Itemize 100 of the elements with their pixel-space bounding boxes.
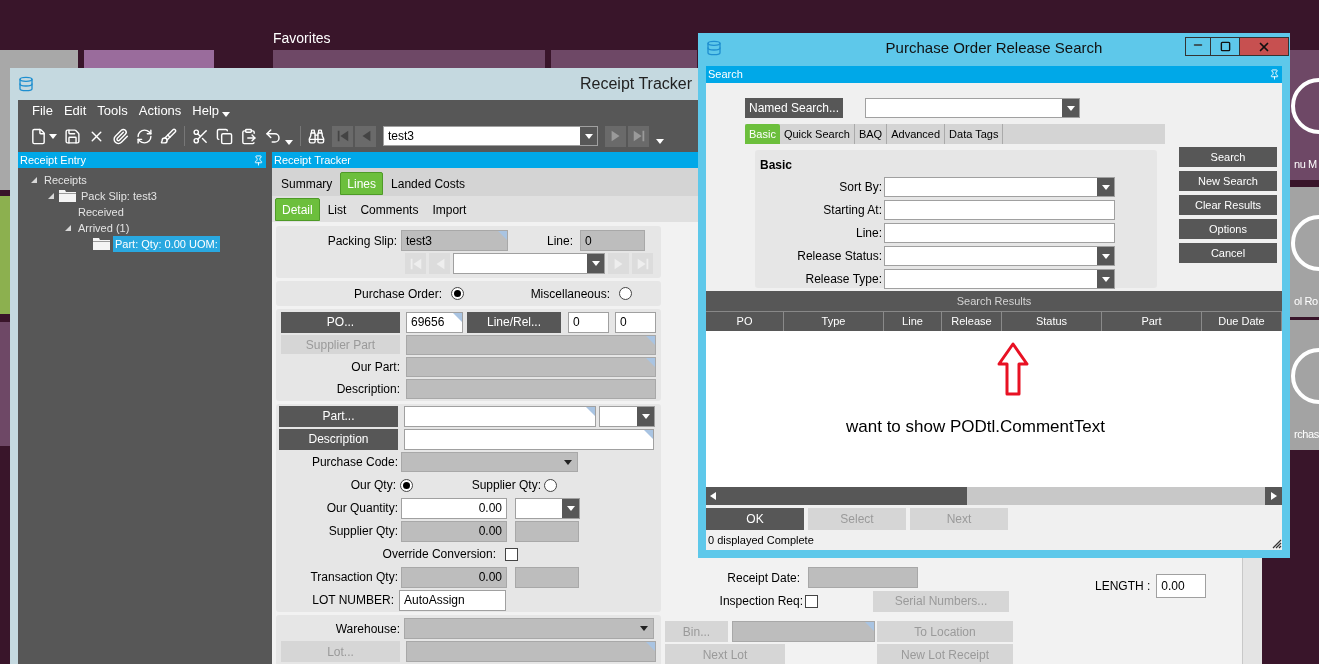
input-field[interactable]: 0	[568, 311, 609, 333]
menu-item[interactable]: File	[32, 101, 53, 121]
app-tile[interactable]	[0, 68, 10, 190]
menu-item[interactable]: Actions	[138, 101, 182, 121]
resize-grip-icon[interactable]	[1272, 539, 1282, 549]
expander-icon[interactable]	[47, 192, 55, 200]
dropdown-field[interactable]	[453, 253, 605, 274]
menu-item[interactable]: Edit	[63, 101, 87, 121]
input-field[interactable]	[884, 223, 1115, 243]
scroll-right-icon[interactable]	[1270, 492, 1277, 500]
input-field[interactable]: 0.00	[401, 497, 507, 519]
minimize-button[interactable]	[1185, 37, 1211, 56]
radio-button[interactable]	[544, 478, 557, 492]
input-field[interactable]: test3	[401, 230, 508, 251]
column-header[interactable]: Release	[942, 312, 1002, 331]
app-tile[interactable]	[84, 50, 214, 68]
tree-item[interactable]: Receipts	[42, 171, 89, 189]
cut-button[interactable]	[192, 127, 209, 145]
po-button[interactable]: PO...	[281, 311, 400, 333]
dropdown-field[interactable]	[404, 618, 654, 639]
last-record-button[interactable]	[628, 125, 649, 147]
refresh-button[interactable]	[136, 127, 153, 145]
input-field[interactable]: 0.00	[1156, 574, 1207, 598]
input-field[interactable]	[404, 428, 654, 450]
save-button[interactable]	[64, 127, 81, 145]
tab[interactable]: Summary	[275, 172, 339, 195]
paste-button[interactable]	[240, 127, 257, 145]
line-release-button[interactable]: Line/Rel...	[467, 311, 561, 333]
tab[interactable]: Advanced	[887, 124, 946, 144]
app-tile[interactable]	[0, 50, 78, 68]
input-field[interactable]	[808, 567, 918, 588]
copy-button[interactable]	[216, 127, 233, 145]
description-button[interactable]: Description	[279, 428, 398, 450]
tab[interactable]: Quick Search	[779, 124, 855, 144]
radio-button[interactable]	[451, 287, 464, 300]
named-search-button[interactable]: Named Search...	[745, 98, 843, 118]
app-tile[interactable]	[551, 50, 697, 68]
input-field[interactable]	[406, 378, 656, 399]
expander-icon[interactable]	[30, 176, 38, 184]
attach-button[interactable]	[112, 127, 129, 145]
input-field[interactable]	[884, 200, 1115, 220]
scrollbar-thumb[interactable]	[706, 487, 967, 505]
dropdown-field[interactable]	[599, 405, 655, 427]
radio-button[interactable]	[619, 287, 632, 300]
radio-button[interactable]	[400, 478, 413, 492]
tree-item[interactable]: Pack Slip: test3	[79, 187, 159, 205]
search-button[interactable]	[308, 127, 325, 145]
horizontal-scrollbar[interactable]	[706, 487, 1282, 505]
scroll-left-icon[interactable]	[710, 492, 716, 500]
column-header[interactable]: Part	[1102, 312, 1202, 331]
app-tile[interactable]	[273, 50, 545, 68]
input-field[interactable]	[406, 641, 656, 662]
dialog-button[interactable]: OK	[706, 508, 804, 530]
menu-item[interactable]: Tools	[97, 101, 128, 121]
undo-button[interactable]	[264, 127, 293, 145]
action-button[interactable]: Options	[1179, 219, 1277, 239]
dropdown-field[interactable]	[865, 98, 1080, 118]
dropdown-field[interactable]	[884, 177, 1115, 197]
input-field[interactable]	[732, 621, 875, 642]
input-field[interactable]	[406, 356, 656, 377]
tab[interactable]: Import	[426, 198, 473, 221]
tab[interactable]: Comments	[354, 198, 425, 221]
column-header[interactable]: Due Date	[1202, 312, 1282, 331]
tab[interactable]: BAQ	[854, 124, 888, 144]
dropdown-field[interactable]	[884, 269, 1115, 289]
expander-icon[interactable]	[64, 224, 72, 232]
next-record-button[interactable]	[605, 125, 626, 147]
tab[interactable]: List	[321, 198, 353, 221]
input-field[interactable]: 0	[580, 230, 645, 251]
input-field[interactable]	[406, 334, 656, 355]
input-field[interactable]: 0.00	[401, 566, 507, 588]
tab[interactable]: Landed Costs	[385, 172, 472, 195]
input-field[interactable]	[515, 520, 579, 542]
tree-item[interactable]: Received	[76, 203, 126, 221]
dropdown-field[interactable]: test3	[383, 126, 598, 146]
column-header[interactable]: Type	[784, 312, 884, 331]
action-button[interactable]: New Search	[1179, 171, 1277, 191]
input-field[interactable]: 0	[615, 311, 656, 333]
action-button[interactable]: Cancel	[1179, 243, 1277, 263]
input-field[interactable]	[404, 405, 596, 427]
column-header[interactable]: Status	[1002, 312, 1102, 331]
checkbox[interactable]	[805, 594, 818, 608]
input-field[interactable]: AutoAssign	[399, 589, 506, 611]
action-button[interactable]: Search	[1179, 147, 1277, 167]
tree-item[interactable]: Arrived (1)	[76, 219, 132, 237]
input-field[interactable]	[515, 566, 579, 588]
input-field[interactable]: 0.00	[401, 520, 507, 542]
menu-item[interactable]: Help	[192, 101, 220, 121]
dropdown-field[interactable]	[515, 497, 580, 519]
dropdown-field[interactable]	[884, 246, 1115, 266]
column-header[interactable]: Line	[884, 312, 942, 331]
part-button[interactable]: Part...	[279, 405, 398, 427]
app-tile[interactable]	[0, 196, 10, 314]
app-tile[interactable]: nu M	[1290, 50, 1319, 180]
checkbox[interactable]	[505, 547, 518, 561]
action-button[interactable]: Clear Results	[1179, 195, 1277, 215]
clear-button[interactable]	[160, 127, 177, 145]
column-header[interactable]: PO	[706, 312, 784, 331]
input-field[interactable]: 69656	[406, 311, 463, 333]
app-tile[interactable]	[0, 322, 10, 446]
